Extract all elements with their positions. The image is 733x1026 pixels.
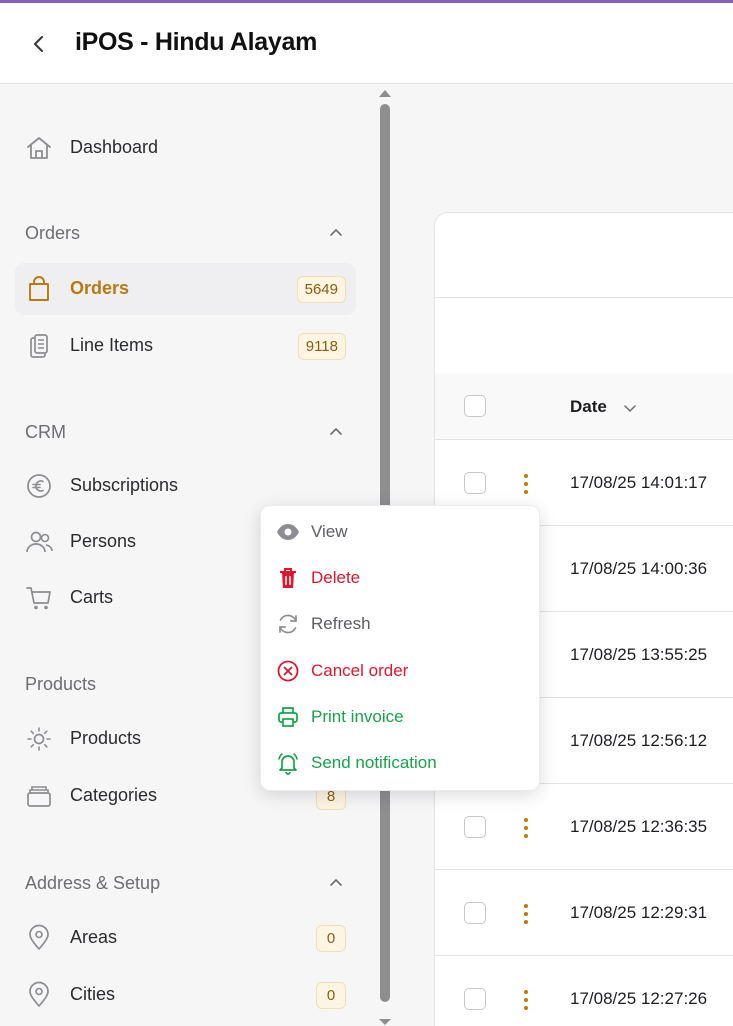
refresh-icon (279, 614, 297, 634)
row-checkbox[interactable] (464, 902, 486, 924)
x-circle-icon (277, 660, 299, 682)
section-address-setup-header[interactable]: Address & Setup (25, 871, 350, 895)
users-icon (26, 531, 53, 553)
section-label: Address & Setup (25, 873, 161, 893)
sidebar-item-label: Orders (70, 278, 130, 298)
app-header: iPOS - Hindu Alayam (0, 3, 733, 84)
menu-item-label: Send notification (311, 753, 437, 772)
count-badge: 0 (316, 982, 346, 1009)
shopping-cart-icon (26, 587, 51, 610)
count-badge: 5649 (296, 276, 346, 303)
menu-item-label: View (311, 522, 348, 541)
map-pin-icon (29, 924, 49, 950)
row-checkbox[interactable] (464, 988, 486, 1010)
sidebar-item-cities[interactable]: Cities 0 (15, 969, 356, 1021)
column-header-date[interactable]: Date (570, 397, 607, 417)
row-date: 17/08/25 12:29:31 (570, 903, 708, 922)
scroll-up-arrow-icon[interactable] (378, 88, 392, 98)
more-vertical-icon[interactable] (521, 902, 531, 926)
row-date: 17/08/25 14:00:36 (570, 559, 708, 578)
menu-item-delete[interactable]: Delete (261, 558, 541, 598)
menu-item-label: Delete (311, 568, 361, 587)
divider (435, 297, 733, 298)
bell-icon (278, 753, 298, 775)
menu-item-send-notification[interactable]: Send notification (261, 743, 541, 783)
app-title: iPOS - Hindu Alayam (75, 28, 318, 56)
section-label: CRM (25, 422, 66, 442)
printer-icon (278, 707, 298, 727)
sidebar-item-line-items[interactable]: Line Items 9118 (15, 320, 356, 372)
menu-item-print-invoice[interactable]: Print invoice (261, 697, 541, 737)
more-vertical-icon[interactable] (521, 472, 531, 496)
sidebar-item-orders[interactable]: Orders 5649 (15, 263, 356, 315)
chevron-up-icon (330, 427, 342, 435)
euro-coin-icon (27, 474, 51, 498)
row-actions-menu: View Delete Refresh Cancel order Print i… (260, 505, 540, 791)
table-header-row: Date (435, 373, 733, 439)
table-row[interactable]: 17/08/25 12:29:31 (435, 869, 733, 955)
chevron-up-icon (330, 228, 342, 236)
scroll-down-arrow-icon[interactable] (378, 1018, 392, 1026)
sidebar-item-areas[interactable]: Areas 0 (15, 912, 356, 964)
sidebar-item-label: Subscriptions (70, 475, 179, 495)
sidebar-item-label: Areas (70, 927, 118, 947)
menu-item-label: Cancel order (311, 661, 409, 680)
table-row[interactable]: 17/08/25 12:36:35 (435, 783, 733, 869)
shopping-bag-icon (29, 276, 49, 301)
section-crm-header[interactable]: CRM (25, 420, 350, 444)
count-badge: 9118 (297, 333, 346, 360)
select-all-checkbox[interactable] (464, 395, 486, 417)
sidebar-item-label: Products (70, 728, 142, 748)
more-vertical-icon[interactable] (521, 816, 531, 840)
menu-item-label: Print invoice (311, 707, 404, 726)
count-badge: 0 (316, 925, 346, 952)
chevron-left-icon (34, 36, 43, 52)
more-vertical-icon[interactable] (521, 988, 531, 1012)
clipboard-list-icon (30, 334, 48, 358)
chevron-up-icon (330, 878, 342, 886)
section-label: Products (25, 674, 97, 694)
menu-item-refresh[interactable]: Refresh (261, 604, 541, 644)
menu-item-cancel-order[interactable]: Cancel order (261, 651, 541, 691)
table-row[interactable]: 17/08/25 12:27:26 (435, 955, 733, 1026)
menu-item-label: Refresh (311, 614, 371, 633)
sidebar-item-dashboard[interactable]: Dashboard (15, 122, 356, 174)
map-pin-icon (29, 981, 49, 1007)
trash-icon (280, 568, 296, 588)
section-label: Orders (25, 223, 81, 243)
row-date: 17/08/25 12:36:35 (570, 817, 708, 836)
sun-icon (27, 727, 51, 751)
section-orders-header[interactable]: Orders (25, 221, 350, 245)
menu-item-view[interactable]: View (261, 512, 541, 552)
sidebar-item-label: Carts (70, 587, 114, 607)
row-date: 17/08/25 12:27:26 (570, 989, 708, 1008)
row-date: 17/08/25 13:55:25 (570, 645, 708, 664)
chevron-down-icon[interactable] (623, 401, 637, 415)
row-date: 17/08/25 12:56:12 (570, 731, 708, 750)
layers-box-icon (27, 786, 51, 807)
sidebar-item-label: Persons (70, 531, 137, 551)
home-icon (27, 137, 51, 159)
sidebar-item-label: Cities (70, 984, 116, 1004)
eye-icon (277, 524, 299, 540)
row-checkbox[interactable] (464, 472, 486, 494)
sidebar-item-label: Dashboard (70, 137, 159, 157)
row-checkbox[interactable] (464, 816, 486, 838)
back-button[interactable] (22, 27, 56, 61)
row-date: 17/08/25 14:01:17 (570, 473, 708, 492)
sidebar-item-label: Line Items (70, 335, 154, 355)
sidebar-item-label: Categories (70, 785, 158, 805)
